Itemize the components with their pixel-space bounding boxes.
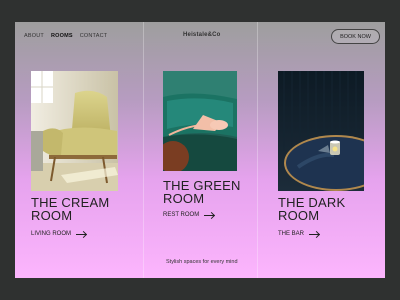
rest-room-link[interactable]: REST ROOM [163, 212, 215, 218]
dark-room-image[interactable] [278, 71, 364, 191]
link-label: REST ROOM [163, 212, 200, 218]
green-room-image[interactable] [163, 71, 237, 171]
card-title: THE CREAM ROOM [31, 196, 109, 222]
column-divider [257, 22, 258, 278]
top-nav: ABOUT ROOMS CONTACT [24, 33, 107, 39]
card-title: THE GREEN ROOM [163, 179, 241, 205]
the-bar-link[interactable]: THE BAR [278, 231, 320, 237]
book-now-button[interactable]: BOOK NOW [331, 29, 380, 44]
dark-room-photo [278, 71, 364, 191]
nav-rooms[interactable]: ROOMS [51, 33, 73, 39]
green-room-photo [163, 71, 237, 171]
link-label: THE BAR [278, 231, 305, 237]
arrow-right-icon [309, 231, 320, 237]
living-room-link[interactable]: LIVING ROOM [31, 231, 87, 237]
cream-room-photo [31, 71, 118, 191]
card-title-line: ROOM [278, 208, 320, 223]
nav-about[interactable]: ABOUT [24, 33, 44, 39]
card-title-line: ROOM [163, 191, 205, 206]
card-title-line: ROOM [31, 208, 73, 223]
nav-contact[interactable]: CONTACT [80, 33, 108, 39]
website-frame: ABOUT ROOMS CONTACT Heistale&Co BOOK NOW [15, 22, 385, 278]
arrow-right-icon [204, 212, 215, 218]
column-divider [143, 22, 144, 278]
card-title: THE DARK ROOM [278, 196, 345, 222]
link-label: LIVING ROOM [31, 231, 72, 237]
brand-logo[interactable]: Heistale&Co [183, 32, 221, 38]
cream-room-image[interactable] [31, 71, 118, 191]
arrow-right-icon [76, 231, 87, 237]
tagline: Stylish spaces for every mind [166, 259, 238, 265]
